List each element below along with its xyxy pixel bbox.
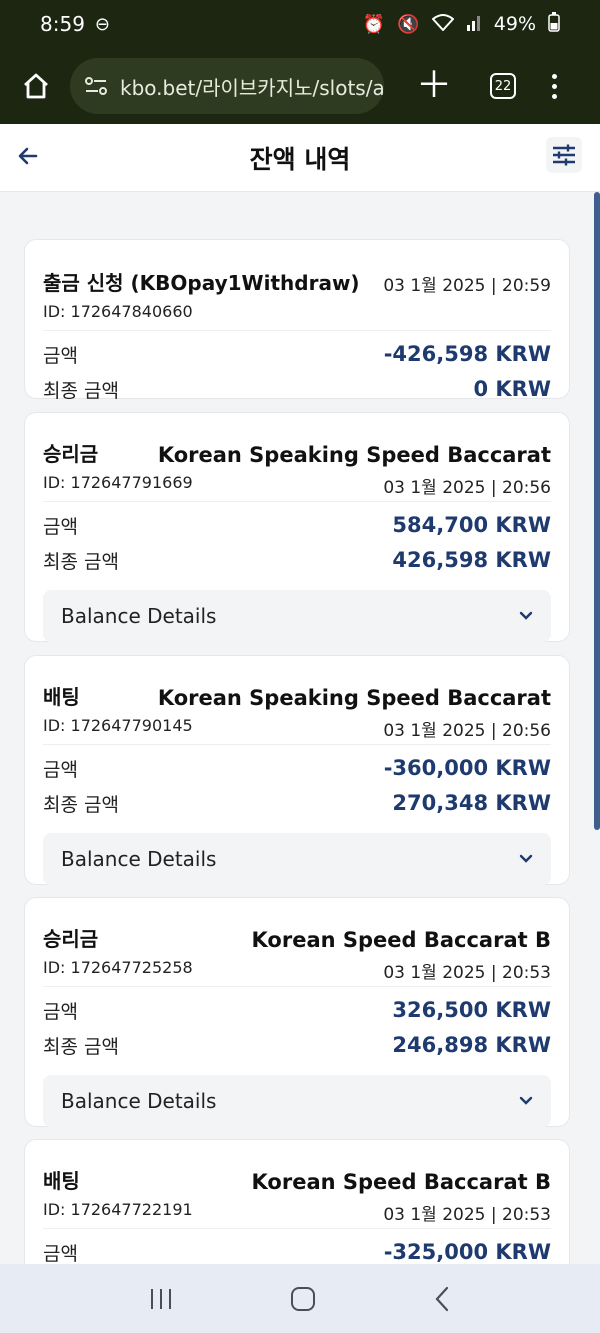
home-button[interactable]	[16, 66, 56, 106]
filter-button[interactable]	[546, 137, 582, 173]
divider	[43, 501, 551, 502]
url-bar[interactable]: kbo.bet/라이브카지노/slots/a	[70, 58, 384, 114]
final-amount-label: 최종 금액	[43, 379, 119, 402]
chevron-down-icon	[519, 611, 533, 620]
page-header: 잔액 내역	[0, 124, 600, 192]
home-icon	[24, 73, 48, 99]
transaction-type: 승리금	[43, 927, 99, 951]
transaction-type: 배팅	[43, 1169, 80, 1193]
wifi-icon	[431, 13, 455, 36]
transaction-card: 출금 신청 (KBOpay1Withdraw) 03 1월 2025 | 20:…	[24, 239, 570, 402]
amount-value: 326,500 KRW	[392, 998, 551, 1022]
tab-switcher-button[interactable]: 22	[490, 73, 516, 99]
mute-icon: 🔇	[397, 13, 420, 35]
browser-toolbar: kbo.bet/라이브카지노/slots/a ＋ 22	[0, 48, 600, 124]
url-text: kbo.bet/라이브카지노/slots/a	[120, 75, 384, 100]
transaction-type: 배팅	[43, 685, 80, 709]
system-nav-bar	[0, 1264, 600, 1333]
balance-details-label: Balance Details	[61, 1089, 217, 1113]
balance-details-label: Balance Details	[61, 604, 217, 628]
transaction-id: ID: 172647840660	[43, 302, 193, 321]
battery-percent: 49%	[493, 13, 536, 35]
site-settings-icon[interactable]	[84, 76, 108, 96]
battery-icon	[548, 11, 560, 37]
alarm-icon: ⏰	[362, 13, 386, 35]
transaction-card: 승리금 Korean Speed Baccarat B ID: 17264772…	[24, 897, 570, 1127]
transaction-date: 03 1월 2025 | 20:56	[383, 478, 551, 498]
game-name: Korean Speed Baccarat B	[251, 928, 551, 952]
signal-icon	[466, 13, 482, 36]
divider	[43, 330, 551, 331]
divider	[43, 1228, 551, 1229]
transaction-id: ID: 172647790145	[43, 716, 193, 735]
chevron-down-icon	[519, 1096, 533, 1105]
amount-value: 584,700 KRW	[392, 513, 551, 537]
status-bar: 8:59 ⊖ ⏰ 🔇 49%	[0, 0, 600, 48]
balance-details-toggle[interactable]: Balance Details	[43, 1075, 551, 1127]
amount-value: -360,000 KRW	[383, 756, 551, 780]
final-amount-value: 426,598 KRW	[392, 548, 551, 572]
balance-details-label: Balance Details	[61, 847, 217, 871]
final-amount-value: 0 KRW	[473, 377, 551, 401]
transaction-card: 배팅 Korean Speaking Speed Baccarat ID: 17…	[24, 655, 570, 885]
transaction-type: 승리금	[43, 442, 99, 466]
transaction-list[interactable]: 출금 신청 (KBOpay1Withdraw) 03 1월 2025 | 20:…	[0, 192, 600, 1264]
transaction-card: 배팅 Korean Speed Baccarat B ID: 172647722…	[24, 1139, 570, 1264]
transaction-date: 03 1월 2025 | 20:53	[383, 1205, 551, 1225]
final-amount-label: 최종 금액	[43, 793, 119, 816]
final-amount-label: 최종 금액	[43, 550, 119, 573]
filter-sliders-icon	[553, 144, 575, 166]
amount-label: 금액	[43, 515, 78, 538]
chevron-down-icon	[519, 854, 533, 863]
balance-details-toggle[interactable]: Balance Details	[43, 833, 551, 885]
do-not-disturb-icon: ⊖	[94, 13, 111, 35]
amount-label: 금액	[43, 1242, 78, 1265]
amount-label: 금액	[43, 344, 78, 367]
transaction-id: ID: 172647725258	[43, 958, 193, 977]
amount-value: -426,598 KRW	[383, 342, 551, 366]
final-amount-value: 246,898 KRW	[392, 1033, 551, 1057]
game-name: Korean Speaking Speed Baccarat	[157, 443, 551, 467]
game-name: Korean Speed Baccarat B	[251, 1170, 551, 1194]
transaction-id: ID: 172647791669	[43, 473, 193, 492]
final-amount-value: 270,348 KRW	[392, 791, 551, 815]
divider	[43, 744, 551, 745]
status-time: 8:59	[40, 12, 85, 36]
page-title: 잔액 내역	[249, 144, 351, 174]
balance-details-toggle[interactable]: Balance Details	[43, 590, 551, 642]
amount-value: -325,000 KRW	[383, 1240, 551, 1264]
transaction-card: 승리금 Korean Speaking Speed Baccarat ID: 1…	[24, 412, 570, 642]
recent-apps-icon[interactable]	[148, 1287, 174, 1311]
amount-label: 금액	[43, 758, 78, 781]
new-tab-button[interactable]: ＋	[406, 68, 462, 104]
back-nav-icon[interactable]	[432, 1286, 452, 1312]
scrollbar[interactable]	[594, 192, 600, 830]
divider	[43, 986, 551, 987]
transaction-date: 03 1월 2025 | 20:53	[383, 963, 551, 983]
transaction-type: 출금 신청 (KBOpay1Withdraw)	[43, 271, 360, 295]
browser-menu-button[interactable]	[552, 73, 557, 99]
final-amount-label: 최종 금액	[43, 1035, 119, 1058]
amount-label: 금액	[43, 1000, 78, 1023]
transaction-date: 03 1월 2025 | 20:56	[383, 721, 551, 741]
game-name: Korean Speaking Speed Baccarat	[157, 686, 551, 710]
home-nav-icon[interactable]	[290, 1286, 316, 1312]
back-arrow-icon[interactable]	[16, 144, 40, 168]
transaction-id: ID: 172647722191	[43, 1200, 193, 1219]
transaction-date: 03 1월 2025 | 20:59	[383, 276, 551, 296]
